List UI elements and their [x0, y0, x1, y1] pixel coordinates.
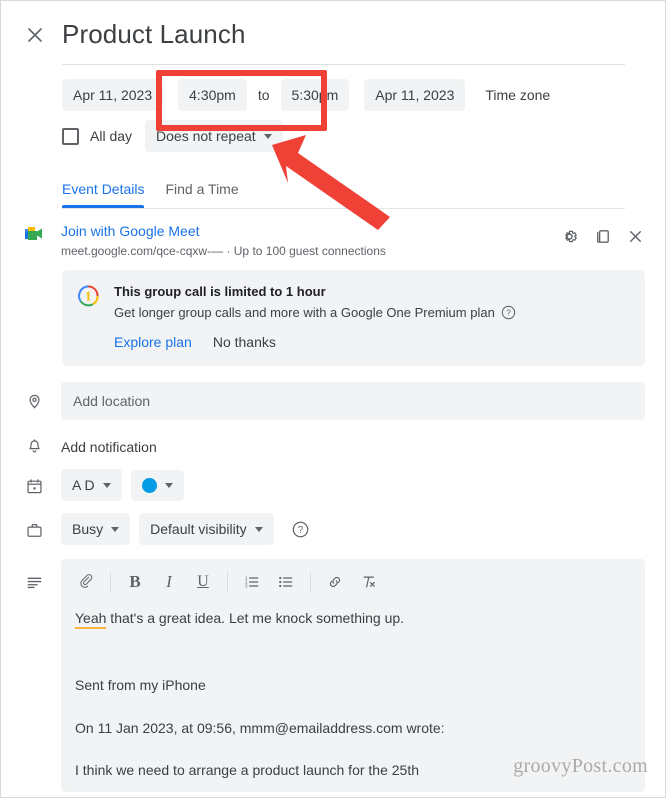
close-icon[interactable] — [626, 227, 645, 246]
link-icon[interactable] — [318, 568, 352, 596]
description-editor: B I U 1 2 3 Yeah that's a great idea. Le… — [61, 559, 645, 793]
tab-find-a-time[interactable]: Find a Time — [165, 181, 238, 208]
description-line-3: On 11 Jan 2023, at 09:56, mmm@emailaddre… — [75, 719, 445, 736]
help-icon[interactable]: ? — [501, 305, 516, 320]
promo-actions: Explore plan No thanks — [114, 334, 516, 350]
meet-url-row: meet.google.com/qce-cqxw-— · Up to 100 g… — [61, 244, 560, 258]
end-time-chip[interactable]: 5:30pm — [280, 79, 350, 111]
location-input[interactable] — [61, 382, 645, 420]
header-divider — [62, 64, 625, 65]
chevron-down-icon — [102, 482, 111, 488]
visibility-label: Default visibility — [150, 521, 247, 537]
description-line-1-rest: that's a great idea. Let me knock someth… — [106, 610, 405, 626]
join-with-google-meet-link[interactable]: Join with Google Meet — [61, 223, 560, 239]
description-icon — [19, 559, 49, 592]
all-day-row: All day Does not repeat — [62, 120, 665, 152]
busy-status-label: Busy — [72, 521, 104, 537]
google-one-promo: This group call is limited to 1 hour Get… — [62, 270, 645, 366]
visibility-dropdown[interactable]: Default visibility — [139, 513, 274, 545]
google-meet-icon — [19, 223, 49, 243]
window-header: Product Launch — [1, 1, 665, 51]
toolbar-divider — [227, 572, 228, 592]
schedule-row: Apr 11, 2023 4:30pm to 5:30pm Apr 11, 20… — [62, 79, 665, 111]
tab-divider — [62, 208, 625, 209]
end-date-chip[interactable]: Apr 11, 2023 — [364, 79, 466, 111]
recurrence-label: Does not repeat — [156, 128, 256, 144]
bell-icon — [19, 436, 49, 457]
event-color-swatch — [141, 477, 157, 493]
notification-field: Add notification — [61, 439, 645, 455]
location-pin-icon — [19, 391, 49, 412]
meet-separator: · — [226, 244, 231, 258]
chevron-down-icon — [254, 526, 263, 532]
description-text[interactable]: Yeah that's a great idea. Let me knock s… — [61, 604, 645, 780]
availability-selectors: Busy Default visibility ? — [61, 513, 645, 545]
location-row — [19, 382, 665, 420]
bold-button[interactable]: B — [118, 568, 152, 596]
add-notification-button[interactable]: Add notification — [61, 439, 157, 455]
toolbar-divider — [110, 572, 111, 592]
calendar-owner-label: A D — [72, 477, 95, 493]
attachment-icon[interactable] — [69, 568, 103, 596]
description-line-4: I think we need to arrange a product lau… — [75, 761, 420, 778]
close-icon[interactable] — [19, 19, 51, 51]
availability-row: Busy Default visibility ? — [19, 513, 665, 545]
tab-bar: Event Details Find a Time — [62, 181, 665, 208]
remove-format-icon[interactable] — [352, 568, 386, 596]
time-zone-button[interactable]: Time zone — [485, 87, 550, 103]
toolbar-divider — [310, 572, 311, 592]
start-date-chip[interactable]: Apr 11, 2023 — [62, 79, 164, 111]
chevron-down-icon — [164, 482, 173, 488]
formatting-toolbar: B I U 1 2 3 — [61, 559, 645, 604]
meet-action-buttons — [560, 223, 645, 246]
event-color-dropdown[interactable] — [130, 469, 184, 501]
copy-icon[interactable] — [593, 227, 612, 246]
location-field — [61, 382, 645, 420]
all-day-label: All day — [90, 128, 133, 144]
promo-description-row: Get longer group calls and more with a G… — [114, 305, 516, 320]
no-thanks-button[interactable]: No thanks — [213, 334, 276, 350]
explore-plan-button[interactable]: Explore plan — [114, 334, 192, 350]
calendar-owner-dropdown[interactable]: A D — [61, 469, 122, 501]
bulleted-list-icon[interactable] — [269, 568, 303, 596]
chevron-down-icon — [263, 133, 272, 139]
gear-icon[interactable] — [560, 227, 579, 246]
promo-title: This group call is limited to 1 hour — [114, 284, 326, 299]
help-icon[interactable]: ? — [291, 520, 310, 539]
meet-capacity: Up to 100 guest connections — [233, 244, 386, 258]
meet-url[interactable]: meet.google.com/qce-cqxw-— — [61, 244, 223, 258]
calendar-row: A D — [19, 469, 665, 501]
to-label: to — [257, 87, 270, 103]
briefcase-icon — [19, 519, 49, 540]
svg-text:?: ? — [297, 525, 303, 536]
tab-event-details[interactable]: Event Details — [62, 181, 145, 208]
calendar-icon — [19, 475, 49, 496]
numbered-list-icon[interactable]: 1 2 3 — [235, 568, 269, 596]
all-day-checkbox[interactable] — [62, 127, 79, 145]
busy-status-dropdown[interactable]: Busy — [61, 513, 131, 545]
promo-text: This group call is limited to 1 hour Get… — [114, 284, 516, 350]
meet-details: Join with Google Meet meet.google.com/qc… — [61, 223, 560, 258]
chevron-down-icon — [111, 526, 120, 532]
italic-button[interactable]: I — [152, 568, 186, 596]
underline-button[interactable]: U — [186, 568, 220, 596]
google-one-icon — [76, 284, 100, 313]
start-time-chip[interactable]: 4:30pm — [178, 79, 247, 111]
svg-text:?: ? — [506, 309, 511, 318]
calendar-selectors: A D — [61, 469, 645, 501]
event-editor-window: Product Launch Apr 11, 2023 4:30pm to 5:… — [0, 0, 666, 798]
description-line-1: Yeah that's a great idea. Let me knock s… — [75, 608, 631, 629]
description-row: B I U 1 2 3 Yeah that's a great idea. Le… — [19, 559, 665, 793]
recurrence-dropdown[interactable]: Does not repeat — [145, 120, 283, 152]
svg-text:3: 3 — [245, 583, 248, 588]
page-title: Product Launch — [62, 19, 246, 50]
promo-description: Get longer group calls and more with a G… — [114, 305, 495, 320]
notification-row: Add notification — [19, 436, 665, 457]
description-line-2: Sent from my iPhone — [75, 677, 206, 694]
misspelled-word: Yeah — [75, 610, 107, 629]
google-meet-row: Join with Google Meet meet.google.com/qc… — [19, 223, 665, 258]
